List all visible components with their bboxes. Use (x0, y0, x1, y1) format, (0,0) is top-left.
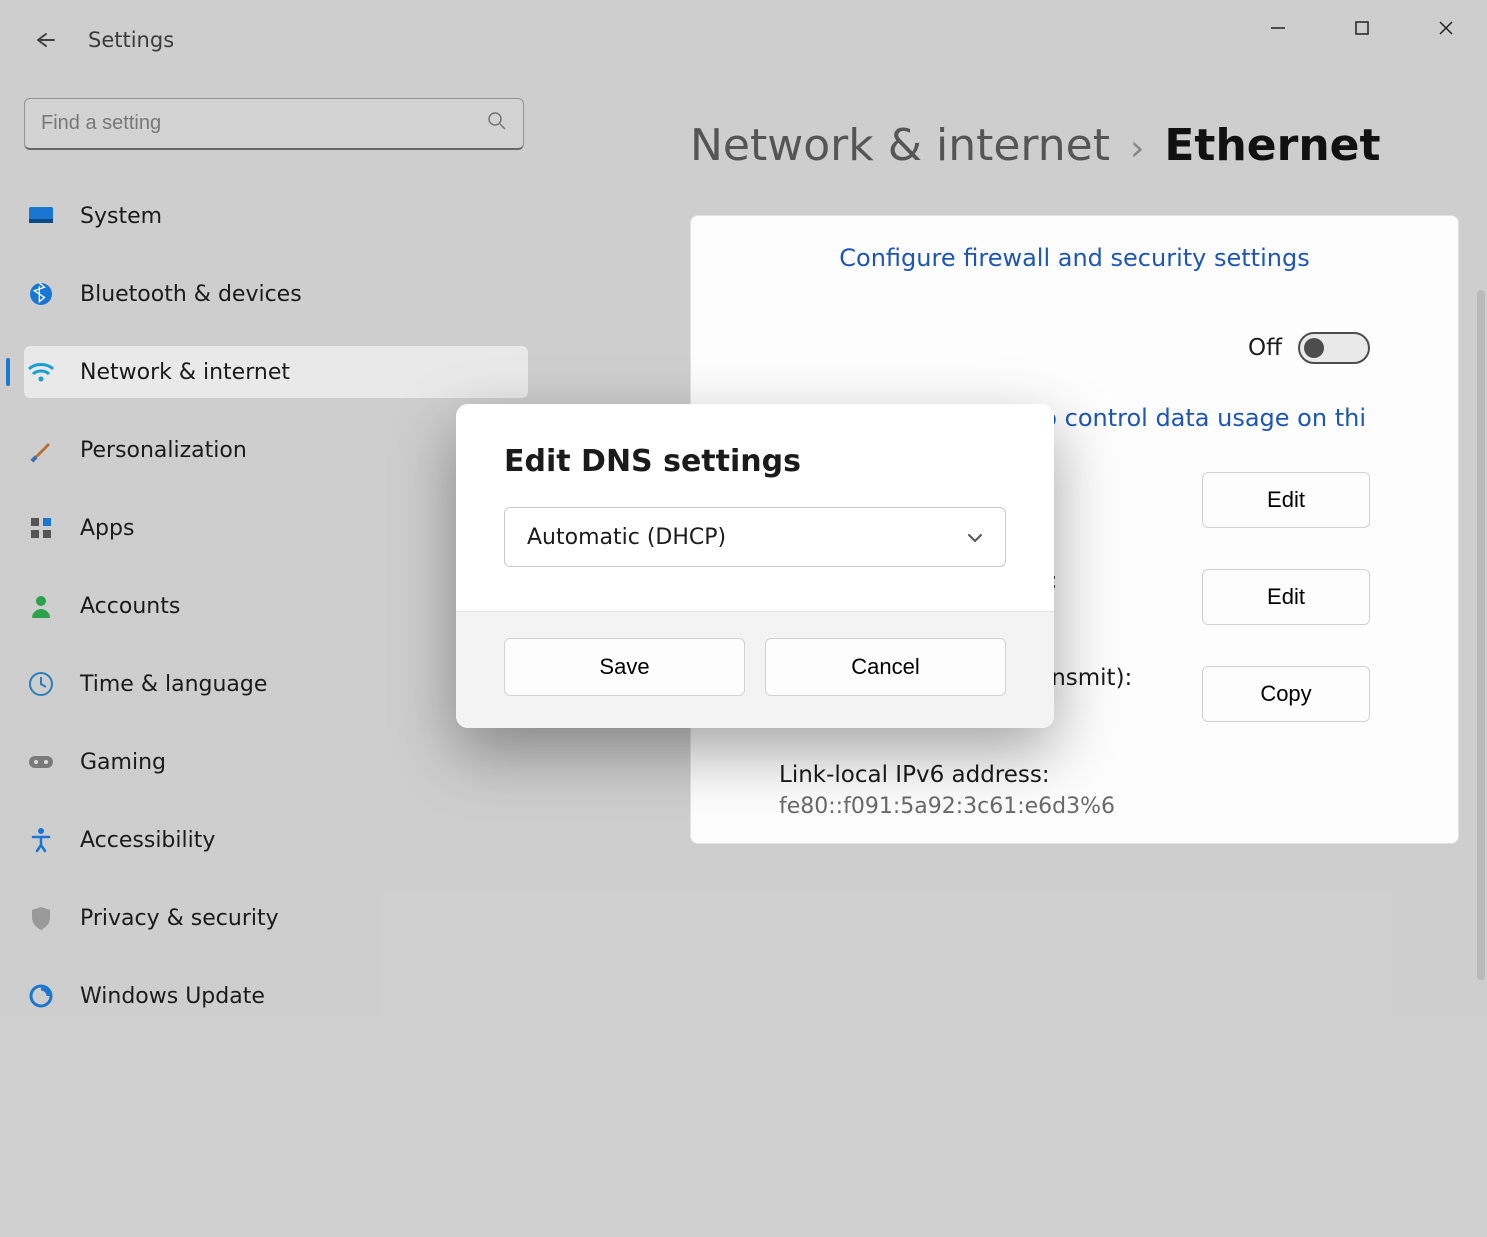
close-button[interactable] (1417, 8, 1475, 48)
sidebar-item-label: Gaming (80, 750, 166, 775)
dialog-title: Edit DNS settings (504, 444, 1006, 479)
chevron-down-icon (967, 527, 983, 548)
close-icon (1438, 20, 1454, 36)
minimize-icon (1269, 19, 1287, 37)
toggle-knob (1304, 338, 1324, 358)
wifi-icon (26, 357, 56, 387)
person-icon (26, 591, 56, 621)
dns-mode-dropdown[interactable]: Automatic (DHCP) (504, 507, 1006, 567)
sidebar-item-time-language[interactable]: Time & language (24, 658, 528, 710)
sidebar-item-label: Privacy & security (80, 906, 279, 931)
accessibility-icon (26, 825, 56, 855)
search-icon (487, 111, 507, 136)
sidebar-item-label: Apps (80, 516, 134, 541)
update-icon (26, 981, 56, 1011)
sidebar-item-label: Windows Update (80, 984, 265, 1009)
scrollbar-thumb[interactable] (1477, 290, 1485, 980)
sidebar-item-label: Bluetooth & devices (80, 282, 302, 307)
sidebar-item-system[interactable]: System (24, 190, 528, 242)
sidebar-item-accounts[interactable]: Accounts (24, 580, 528, 632)
ip-assignment-edit-button[interactable]: Edit (1202, 472, 1370, 528)
sidebar-item-privacy[interactable]: Privacy & security (24, 892, 528, 944)
nav: System Bluetooth & devices Network & int… (24, 190, 528, 1022)
gamepad-icon (26, 747, 56, 777)
sidebar-item-label: System (80, 204, 162, 229)
save-button[interactable]: Save (504, 638, 745, 696)
sidebar-item-accessibility[interactable]: Accessibility (24, 814, 528, 866)
bluetooth-icon (26, 279, 56, 309)
dropdown-value: Automatic (DHCP) (527, 525, 726, 550)
sidebar-item-bluetooth[interactable]: Bluetooth & devices (24, 268, 528, 320)
ipv6-local-value: fe80::f091:5a92:3c61:e6d3%6 (779, 794, 1115, 819)
apps-icon (26, 513, 56, 543)
maximize-button[interactable] (1333, 8, 1391, 48)
sidebar-item-windows-update[interactable]: Windows Update (24, 970, 528, 1022)
sidebar-item-personalization[interactable]: Personalization (24, 424, 528, 476)
display-icon (26, 201, 56, 231)
metered-toggle-label: Off (1248, 335, 1282, 361)
breadcrumb: Network & internet › Ethernet (540, 120, 1487, 171)
minimize-button[interactable] (1249, 8, 1307, 48)
ipv6-local-label: Link-local IPv6 address: (779, 762, 1115, 788)
clock-globe-icon (26, 669, 56, 699)
shield-icon (26, 903, 56, 933)
sidebar-item-label: Network & internet (80, 360, 290, 385)
sidebar-item-label: Accounts (80, 594, 180, 619)
metered-toggle[interactable] (1298, 332, 1370, 364)
edit-dns-dialog: Edit DNS settings Automatic (DHCP) Save … (456, 404, 1054, 728)
sidebar-item-gaming[interactable]: Gaming (24, 736, 528, 788)
dns-assignment-edit-button[interactable]: Edit (1202, 569, 1370, 625)
sidebar-item-label: Accessibility (80, 828, 215, 853)
breadcrumb-parent[interactable]: Network & internet (690, 120, 1110, 171)
breadcrumb-current: Ethernet (1164, 120, 1380, 171)
firewall-link[interactable]: Configure firewall and security settings (779, 244, 1370, 272)
sidebar-item-label: Time & language (80, 672, 267, 697)
sidebar-item-label: Personalization (80, 438, 247, 463)
chevron-right-icon: › (1130, 128, 1144, 169)
sidebar-item-apps[interactable]: Apps (24, 502, 528, 554)
link-speed-copy-button[interactable]: Copy (1202, 666, 1370, 722)
data-usage-link[interactable]: lp control data usage on thi (1035, 404, 1370, 432)
paintbrush-icon (26, 435, 56, 465)
cancel-button[interactable]: Cancel (765, 638, 1006, 696)
sidebar-item-network[interactable]: Network & internet (24, 346, 528, 398)
maximize-icon (1354, 20, 1370, 36)
